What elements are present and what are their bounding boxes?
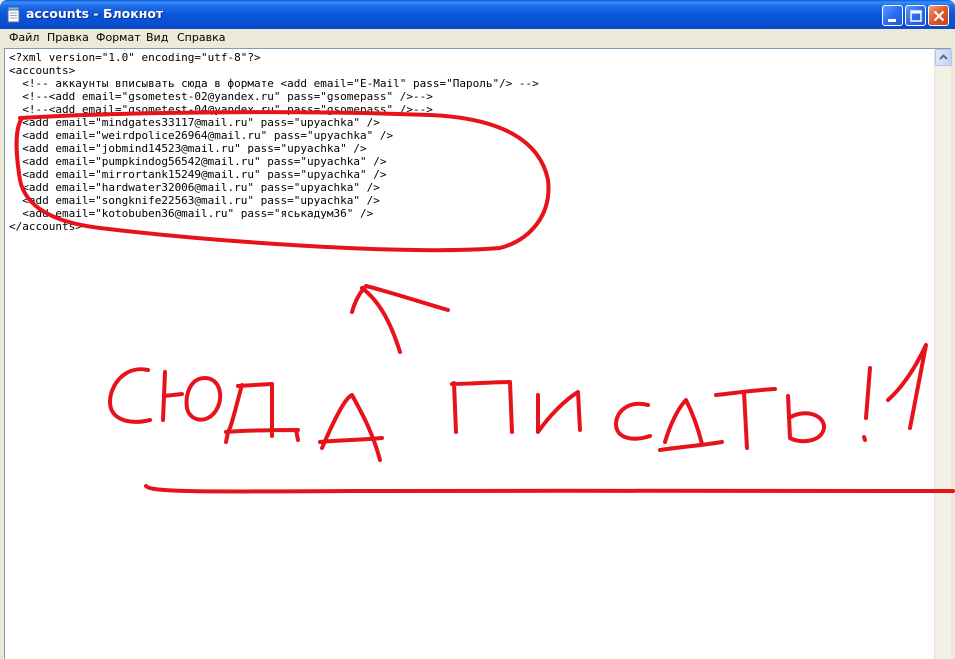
menu-edit[interactable]: Правка: [47, 31, 89, 44]
minimize-button[interactable]: [882, 5, 903, 26]
text-line: <add email="mindgates33117@mail.ru" pass…: [9, 116, 380, 129]
text-line: <add email="pumpkindog56542@mail.ru" pas…: [9, 155, 387, 168]
text-line: <add email="mirrortank15249@mail.ru" pas…: [9, 168, 387, 181]
text-line: <!--<add email="gsometest-02@yandex.ru" …: [9, 90, 433, 103]
maximize-button[interactable]: [905, 5, 926, 26]
menu-format[interactable]: Формат: [96, 31, 141, 44]
text-line: <?xml version="1.0" encoding="utf-8"?>: [9, 51, 261, 64]
close-button[interactable]: [928, 5, 949, 26]
text-line: <accounts>: [9, 64, 76, 77]
arrow-up-icon: [939, 54, 948, 60]
text-line: <!--<add email="gsometest-04@yandex.ru" …: [9, 103, 433, 116]
text-line: <add email="weirdpolice26964@mail.ru" pa…: [9, 129, 394, 142]
text-line: <add email="hardwater32006@mail.ru" pass…: [9, 181, 380, 194]
title-bar[interactable]: accounts - Блокнот: [0, 0, 955, 29]
menu-help[interactable]: Справка: [177, 31, 225, 44]
text-line: <add email="kotobuben36@mail.ru" pass="я…: [9, 207, 374, 220]
menu-view[interactable]: Вид: [146, 31, 168, 44]
text-line: <add email="songknife22563@mail.ru" pass…: [9, 194, 380, 207]
menu-file[interactable]: Файл: [9, 31, 39, 44]
notepad-window: accounts - Блокнот Файл Правка Формат Ви…: [0, 0, 955, 659]
text-line: </accounts>: [9, 220, 82, 233]
text-editor[interactable]: <?xml version="1.0" encoding="utf-8"?> <a…: [4, 48, 952, 659]
vertical-scrollbar[interactable]: [934, 49, 952, 659]
close-icon: [933, 10, 945, 22]
window-title: accounts - Блокнот: [26, 6, 164, 21]
text-line: <!-- аккаунты вписывать сюда в формате <…: [9, 77, 539, 90]
notepad-icon[interactable]: [6, 6, 22, 23]
scroll-up-button[interactable]: [935, 49, 952, 66]
menu-bar: Файл Правка Формат Вид Справка: [3, 29, 952, 47]
document-text[interactable]: <?xml version="1.0" encoding="utf-8"?> <a…: [9, 51, 933, 233]
text-line: <add email="jobmind14523@mail.ru" pass="…: [9, 142, 367, 155]
minimize-icon: [888, 19, 896, 22]
maximize-icon: [910, 10, 922, 22]
